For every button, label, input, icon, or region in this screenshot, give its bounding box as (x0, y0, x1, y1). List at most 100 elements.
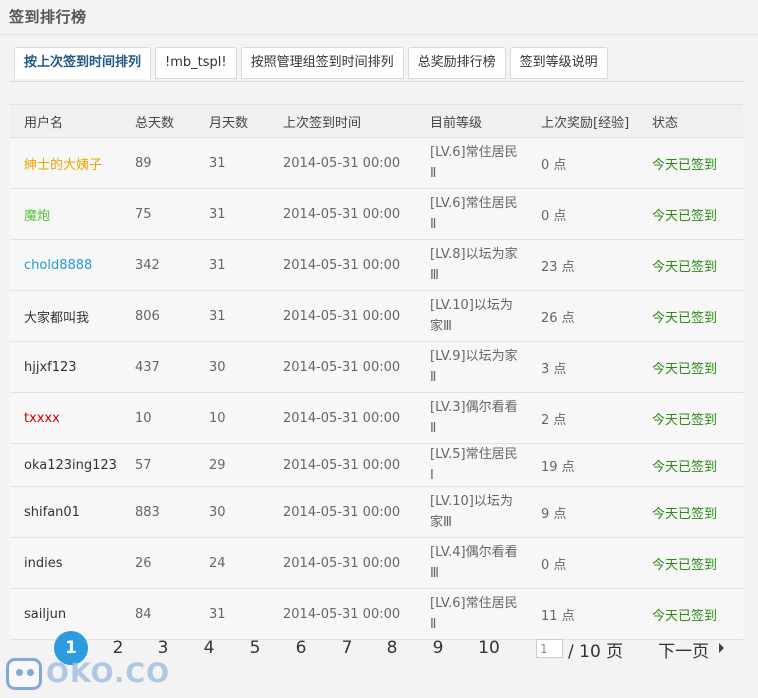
status-cell: 今天已签到 (638, 188, 743, 240)
total-days-cell: 10 (121, 392, 195, 444)
level-cell: [LV.4]偶尔看看Ⅲ (416, 537, 527, 589)
status-cell: 今天已签到 (638, 341, 743, 393)
reward-cell: 2 点 (527, 392, 638, 444)
level-cell: [LV.10]以坛为家Ⅲ (416, 486, 527, 538)
total-days-cell: 342 (121, 239, 195, 291)
column-header-status[interactable]: 状态 (638, 104, 743, 138)
column-header-month-days[interactable]: 月天数 (195, 104, 269, 138)
page-title: 签到排行榜 (9, 8, 87, 26)
page-total-label: / 10 页 (568, 642, 624, 662)
total-days-cell: 89 (121, 137, 195, 189)
reward-cell: 19 点 (527, 443, 638, 487)
last-signin-cell: 2014-05-31 00:00 (269, 537, 416, 589)
total-days-cell: 806 (121, 290, 195, 342)
status-cell: 今天已签到 (638, 290, 743, 342)
table-row: 紳士的大姨子 89 31 2014-05-31 00:00 [LV.6]常住居民… (10, 137, 743, 189)
month-days-cell: 29 (195, 443, 269, 487)
page-4-button[interactable]: 4 (192, 631, 226, 665)
table-row: txxxx 10 10 2014-05-31 00:00 [LV.3]偶尔看看Ⅱ… (10, 392, 743, 444)
username-link[interactable]: indies (10, 537, 121, 589)
username-link[interactable]: oka123ing123 (10, 443, 121, 487)
username-link[interactable]: txxxx (10, 392, 121, 444)
username-link[interactable]: 紳士的大姨子 (10, 137, 121, 189)
last-signin-cell: 2014-05-31 00:00 (269, 443, 416, 487)
last-signin-cell: 2014-05-31 00:00 (269, 486, 416, 538)
signin-ranking-table: 用户名 总天数 月天数 上次签到时间 目前等级 上次奖励[经验] 状态 紳士的大… (10, 104, 743, 640)
last-signin-cell: 2014-05-31 00:00 (269, 290, 416, 342)
month-days-cell: 31 (195, 239, 269, 291)
total-days-cell: 437 (121, 341, 195, 393)
tab-mb-tspl[interactable]: !mb_tspl! (155, 47, 237, 79)
table-row: oka123ing123 57 29 2014-05-31 00:00 [LV.… (10, 443, 743, 487)
column-header-username[interactable]: 用户名 (10, 104, 121, 138)
level-cell: [LV.5]常住居民Ⅰ (416, 443, 527, 487)
page-7-button[interactable]: 7 (330, 631, 364, 665)
page-9-button[interactable]: 9 (421, 631, 455, 665)
month-days-cell: 31 (195, 290, 269, 342)
month-days-cell: 30 (195, 341, 269, 393)
page-jump-input[interactable] (536, 639, 563, 658)
table-row: shifan01 883 30 2014-05-31 00:00 [LV.10]… (10, 486, 743, 538)
level-cell: [LV.8]以坛为家Ⅲ (416, 239, 527, 291)
tab-divider (10, 81, 744, 82)
month-days-cell: 30 (195, 486, 269, 538)
table-row: 大家都叫我 806 31 2014-05-31 00:00 [LV.10]以坛为… (10, 290, 743, 342)
tab-bar: 按上次签到时间排列 !mb_tspl! 按照管理组签到时间排列 总奖励排行榜 签… (14, 47, 608, 79)
tab-last-signin-time[interactable]: 按上次签到时间排列 (14, 47, 152, 79)
status-cell: 今天已签到 (638, 239, 743, 291)
total-days-cell: 57 (121, 443, 195, 487)
title-divider (0, 34, 758, 35)
username-link[interactable]: shifan01 (10, 486, 121, 538)
reward-cell: 0 点 (527, 188, 638, 240)
total-days-cell: 75 (121, 188, 195, 240)
username-link[interactable]: chold8888 (10, 239, 121, 291)
table-row: chold8888 342 31 2014-05-31 00:00 [LV.8]… (10, 239, 743, 291)
last-signin-cell: 2014-05-31 00:00 (269, 392, 416, 444)
column-header-current-level[interactable]: 目前等级 (416, 104, 527, 138)
tab-signin-level-info[interactable]: 签到等级说明 (509, 47, 608, 79)
month-days-cell: 24 (195, 537, 269, 589)
username-link[interactable]: 大家都叫我 (10, 290, 121, 342)
month-days-cell: 31 (195, 137, 269, 189)
column-header-last-signin[interactable]: 上次签到时间 (269, 104, 416, 138)
status-cell: 今天已签到 (638, 537, 743, 589)
tab-admin-group-signin-time[interactable]: 按照管理组签到时间排列 (240, 47, 404, 79)
username-link[interactable]: 魔炮 (10, 188, 121, 240)
table-row: indies 26 24 2014-05-31 00:00 [LV.4]偶尔看看… (10, 537, 743, 589)
total-days-cell: 883 (121, 486, 195, 538)
chevron-right-icon[interactable] (719, 643, 724, 653)
level-cell: [LV.3]偶尔看看Ⅱ (416, 392, 527, 444)
table-row: 魔炮 75 31 2014-05-31 00:00 [LV.6]常住居民Ⅱ 0 … (10, 188, 743, 240)
status-cell: 今天已签到 (638, 486, 743, 538)
logo-eye-left (16, 669, 23, 676)
total-days-cell: 26 (121, 537, 195, 589)
reward-cell: 3 点 (527, 341, 638, 393)
reward-cell: 0 点 (527, 537, 638, 589)
level-cell: [LV.10]以坛为家Ⅲ (416, 290, 527, 342)
status-cell: 今天已签到 (638, 137, 743, 189)
column-header-total-days[interactable]: 总天数 (121, 104, 195, 138)
reward-cell: 9 点 (527, 486, 638, 538)
watermark-text: OKO.CO (46, 658, 171, 689)
column-header-last-reward[interactable]: 上次奖励[经验] (527, 104, 638, 138)
level-cell: [LV.9]以坛为家Ⅱ (416, 341, 527, 393)
page-6-button[interactable]: 6 (284, 631, 318, 665)
logo-eye-right (27, 669, 34, 676)
page-8-button[interactable]: 8 (375, 631, 409, 665)
last-signin-cell: 2014-05-31 00:00 (269, 341, 416, 393)
table-row: hjjxf123 437 30 2014-05-31 00:00 [LV.9]以… (10, 341, 743, 393)
tab-total-reward-ranking[interactable]: 总奖励排行榜 (407, 47, 506, 79)
next-page-link[interactable]: 下一页 (658, 637, 709, 662)
username-link[interactable]: hjjxf123 (10, 341, 121, 393)
page-5-button[interactable]: 5 (238, 631, 272, 665)
last-signin-cell: 2014-05-31 00:00 (269, 137, 416, 189)
page-10-button[interactable]: 10 (472, 631, 506, 665)
last-signin-cell: 2014-05-31 00:00 (269, 239, 416, 291)
status-cell: 今天已签到 (638, 443, 743, 487)
reward-cell: 0 点 (527, 137, 638, 189)
month-days-cell: 10 (195, 392, 269, 444)
level-cell: [LV.6]常住居民Ⅱ (416, 137, 527, 189)
logo-icon (6, 658, 42, 690)
status-cell: 今天已签到 (638, 392, 743, 444)
reward-cell: 23 点 (527, 239, 638, 291)
